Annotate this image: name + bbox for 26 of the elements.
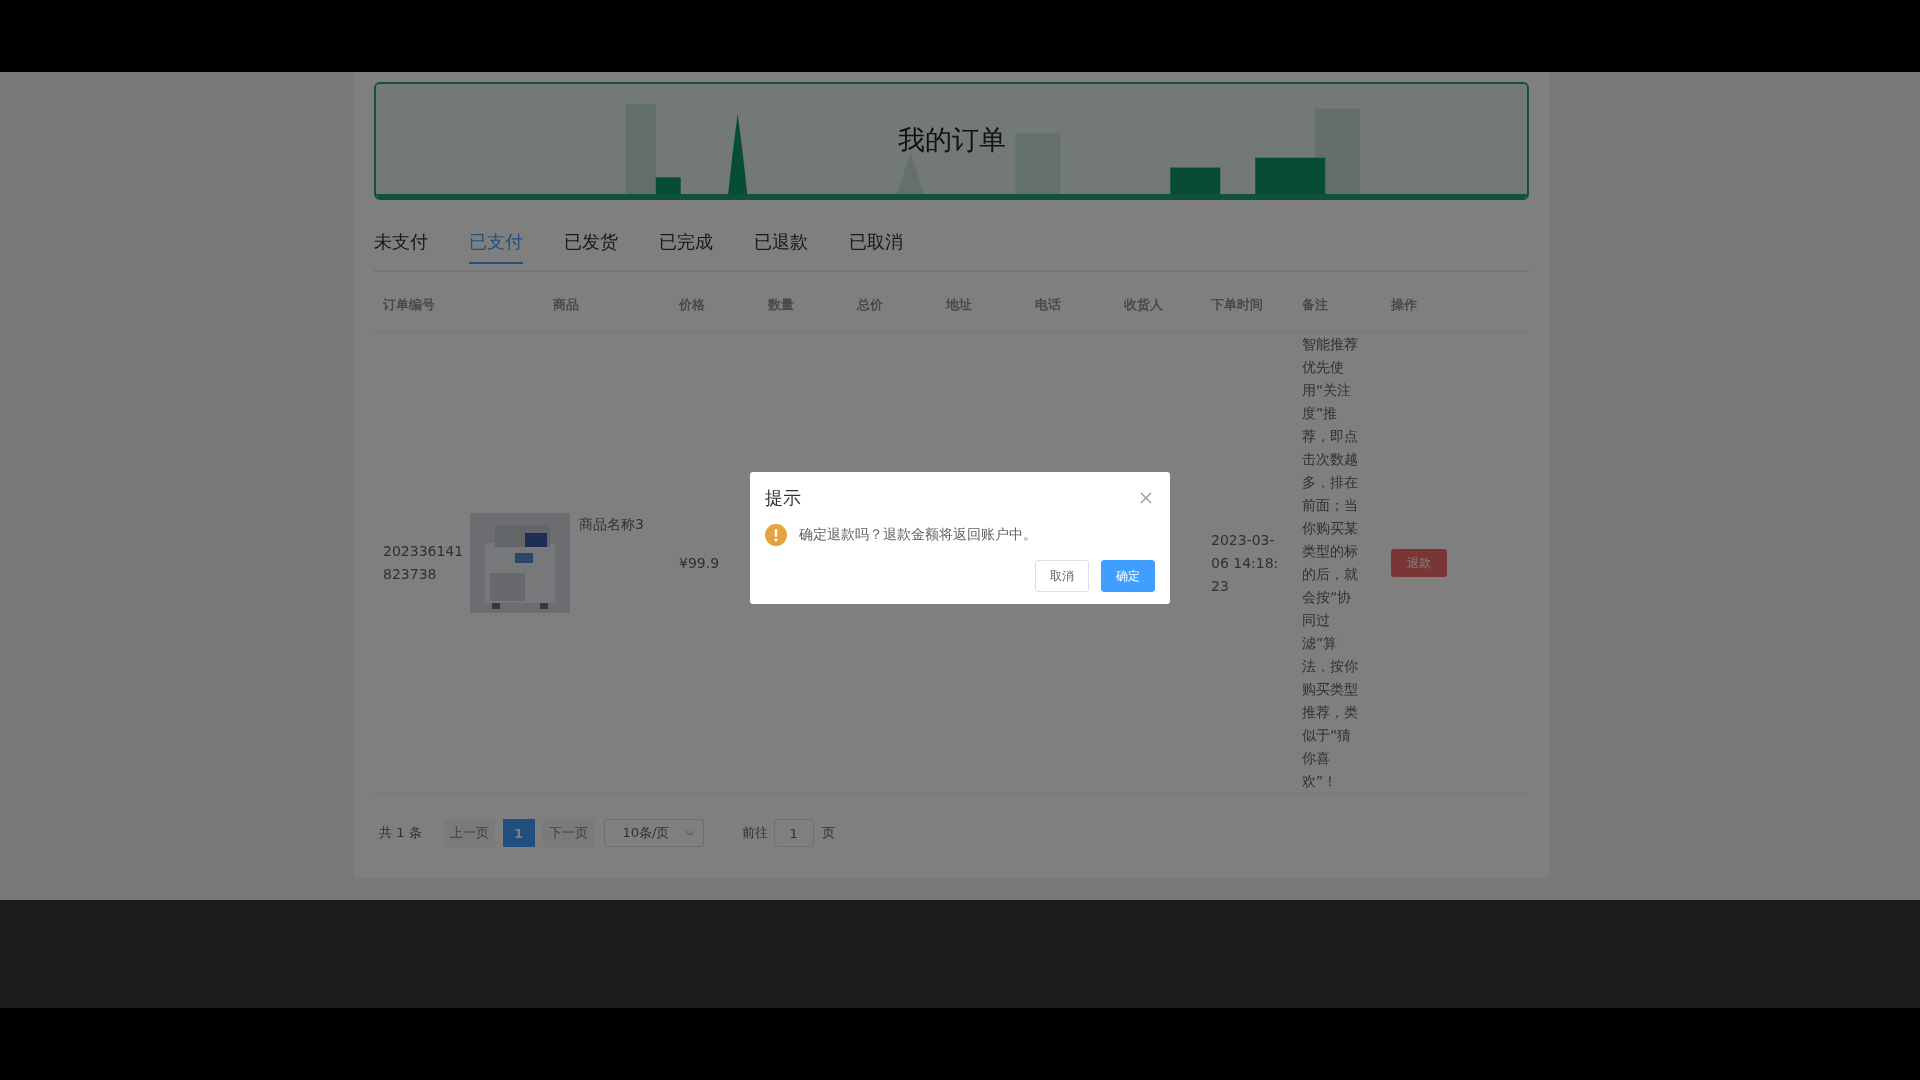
cancel-button[interactable]: 取消 [1035,560,1089,592]
close-icon[interactable] [1140,492,1152,504]
table-cell-text: 202336141823738 [383,542,465,584]
dialog-title: 提示 [765,486,801,510]
page-number[interactable]: 1 [502,819,535,847]
status-tab[interactable]: 已完成 [659,226,713,264]
goto-label: 前往 [741,824,768,842]
status-tab[interactable]: 已退款 [754,226,808,264]
page-unit-label: 页 [821,824,835,842]
status-tab[interactable]: 已发货 [564,226,618,264]
page-size-select[interactable]: 10条/页 [603,819,704,847]
warning-icon [765,524,787,546]
status-tab[interactable]: 已支付 [469,226,523,264]
table-cell-text: ¥99.9 [679,553,721,573]
refund-button[interactable]: 退款 [1391,549,1447,577]
confirm-button[interactable]: 确定 [1101,560,1155,592]
total-count: 共 1 条 [379,824,422,842]
page-title: 我的订单 [897,123,1006,157]
chevron-down-icon [684,830,695,836]
dialog-message: 确定退款吗？退款金额将返回账户中。 [799,526,1037,544]
status-tab[interactable]: 已取消 [849,226,903,264]
table-cell-text: 2023-03-06 14:18:23 [1211,530,1280,596]
status-tab[interactable]: 未支付 [374,226,428,264]
page-input[interactable]: 1 [773,819,814,847]
table-cell-text: 智能推荐优先使用“关注度”推荐，即点击次数越多，排在前面；当你购买某类型的标的后，就会按“协同过滤”算法，按你购买类型推荐，类似于“猜你喜欢”！ [1302,335,1359,791]
product-name: 商品名称3 [579,515,644,534]
